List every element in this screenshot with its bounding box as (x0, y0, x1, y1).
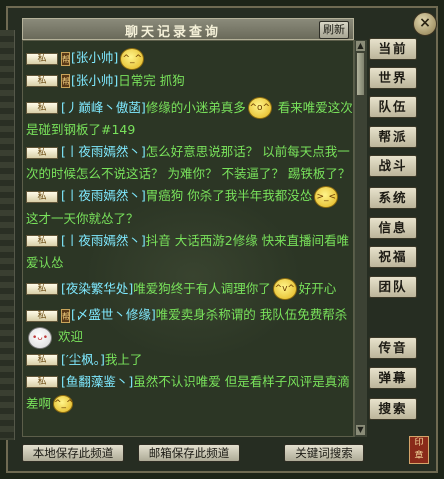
channel-chip[interactable]: 私 (26, 75, 58, 87)
channel-chip[interactable]: 私 (26, 376, 58, 388)
channel-chip[interactable]: 私 (26, 235, 58, 247)
emoji-icon: ^_^ (53, 395, 74, 413)
emoji-icon: ^v^ (272, 278, 297, 300)
message-text: 日常完 抓狗 (118, 72, 185, 88)
guild-badge-icon: 帮 (61, 51, 70, 66)
chat-message: 私 [丨夜雨嫣然丶]胃癌狗 你杀了我半年我都没怂 >_< 这才一天你就怂了？ (26, 185, 354, 230)
close-button[interactable]: × (413, 12, 437, 36)
player-name[interactable]: [夜染繁华处] (61, 281, 133, 296)
tab-guild[interactable]: 帮派 (369, 126, 417, 148)
emoji-icon: >_< (314, 185, 339, 208)
message-text-continued: 这才一天你就怂了？ (26, 210, 139, 226)
chat-message: 私帮[〆盛世丶修缘]唯爱卖身杀称谓的 我队伍免费帮杀 •ᴗ• 欢迎 (26, 304, 354, 349)
tab-barrage[interactable]: 弹幕 (369, 367, 417, 389)
message-text: 修缘的小迷弟真多 (145, 99, 246, 115)
player-name[interactable]: [′尘枫。] (61, 352, 105, 367)
player-name[interactable]: [张小帅] (71, 50, 118, 65)
guild-badge-icon: 帮 (61, 308, 70, 323)
tab-group[interactable]: 团队 (369, 276, 417, 298)
message-text: 我上了 (104, 351, 143, 367)
tab-info[interactable]: 信息 (369, 217, 417, 239)
message-text-continued: 好开心 (298, 280, 337, 296)
chat-message: 私 [鱼翻藻鉴丶]虽然不认识唯爱 但是看样子风评是真滴差啊 ^_^ (26, 371, 354, 415)
message-text: 唯爱卖身杀称谓的 我队伍免费帮杀 (155, 307, 348, 322)
chat-message: 私 [丨夜雨嫣然丶]怎么好意思说那话？ 以前每天点我一次的时候怎么不说这话？ 为难… (26, 141, 354, 185)
player-name[interactable]: [丨夜雨嫣然丶] (61, 144, 146, 159)
message-text: 胃癌狗 你杀了我半年我都没怂 (145, 188, 313, 203)
channel-chip[interactable]: 私 (26, 102, 58, 114)
refresh-button[interactable]: 刷新 (319, 21, 349, 39)
tab-system[interactable]: 系统 (369, 187, 417, 209)
window-titlebar: 聊天记录查询 刷新 (22, 18, 354, 40)
chat-message: 私 [′尘枫。]我上了 (26, 349, 354, 371)
tab-battle[interactable]: 战斗 (369, 155, 417, 177)
tab-search[interactable]: 搜索 (369, 398, 417, 420)
player-name[interactable]: [丨夜雨嫣然丶] (61, 233, 146, 248)
scroll-up-arrow-icon[interactable]: ▲ (356, 41, 365, 51)
player-name[interactable]: [张小帅] (71, 73, 118, 88)
save-channel-email-button[interactable]: 邮箱保存此频道 (138, 444, 240, 462)
tab-world[interactable]: 世界 (369, 67, 417, 89)
scroll-thumb[interactable] (356, 52, 365, 96)
keyword-search-button[interactable]: 关键词搜索 (284, 444, 364, 462)
message-text-continued: 欢迎 (54, 329, 83, 344)
chat-message: 私帮[张小帅]日常完 抓狗 (26, 70, 354, 92)
chat-message: 私 [丿巅峰丶傲菡]修缘的小迷弟真多 ^o^ 看来唯爱这次是碰到钢板了#149 (26, 97, 354, 142)
player-name[interactable]: [鱼翻藻鉴丶] (61, 374, 133, 389)
chat-message: 私 [夜染繁华处]唯爱狗终于有人调理你了 ^v^ 好开心 (26, 278, 354, 300)
emoji-icon: ^_^ (120, 47, 145, 70)
seal-stamp-icon: 印章 (409, 436, 429, 464)
tab-blessing[interactable]: 祝福 (369, 246, 417, 268)
window-title: 聊天记录查询 (124, 25, 221, 40)
message-list: 私帮[张小帅] ^_^ 私帮[张小帅]日常完 抓狗 私 [丿巅峰丶傲菡]修缘的小迷弟… (26, 47, 354, 415)
channel-chip[interactable]: 私 (26, 309, 58, 322)
emoji-icon: •ᴗ• (28, 326, 52, 349)
channel-chip[interactable]: 私 (26, 283, 58, 295)
left-border-decoration (0, 30, 15, 440)
chat-message: 私 [丨夜雨嫣然丶]抖音 大话西游2修缘 快来直播间看唯爱认怂 (26, 230, 354, 274)
message-text: 唯爱狗终于有人调理你了 (133, 280, 271, 296)
scroll-down-arrow-icon[interactable]: ▼ (356, 425, 365, 435)
channel-chip[interactable]: 私 (26, 354, 58, 366)
chat-scrollbar[interactable]: ▲ ▼ (354, 40, 367, 437)
guild-badge-icon: 帮 (61, 74, 70, 88)
save-channel-local-button[interactable]: 本地保存此频道 (22, 444, 124, 462)
tab-whisper[interactable]: 传音 (369, 337, 417, 359)
channel-chip[interactable]: 私 (26, 190, 58, 203)
channel-chip[interactable]: 私 (26, 146, 58, 159)
player-name[interactable]: [〆盛世丶修缘] (71, 307, 156, 322)
player-name[interactable]: [丨夜雨嫣然丶] (61, 188, 146, 203)
emoji-icon: ^o^ (247, 97, 272, 119)
channel-chip[interactable]: 私 (26, 52, 58, 65)
chat-message: 私帮[张小帅] ^_^ (26, 47, 354, 70)
player-name[interactable]: [丿巅峰丶傲菡] (61, 100, 146, 115)
tab-current[interactable]: 当前 (369, 38, 417, 60)
tab-team[interactable]: 队伍 (369, 96, 417, 118)
